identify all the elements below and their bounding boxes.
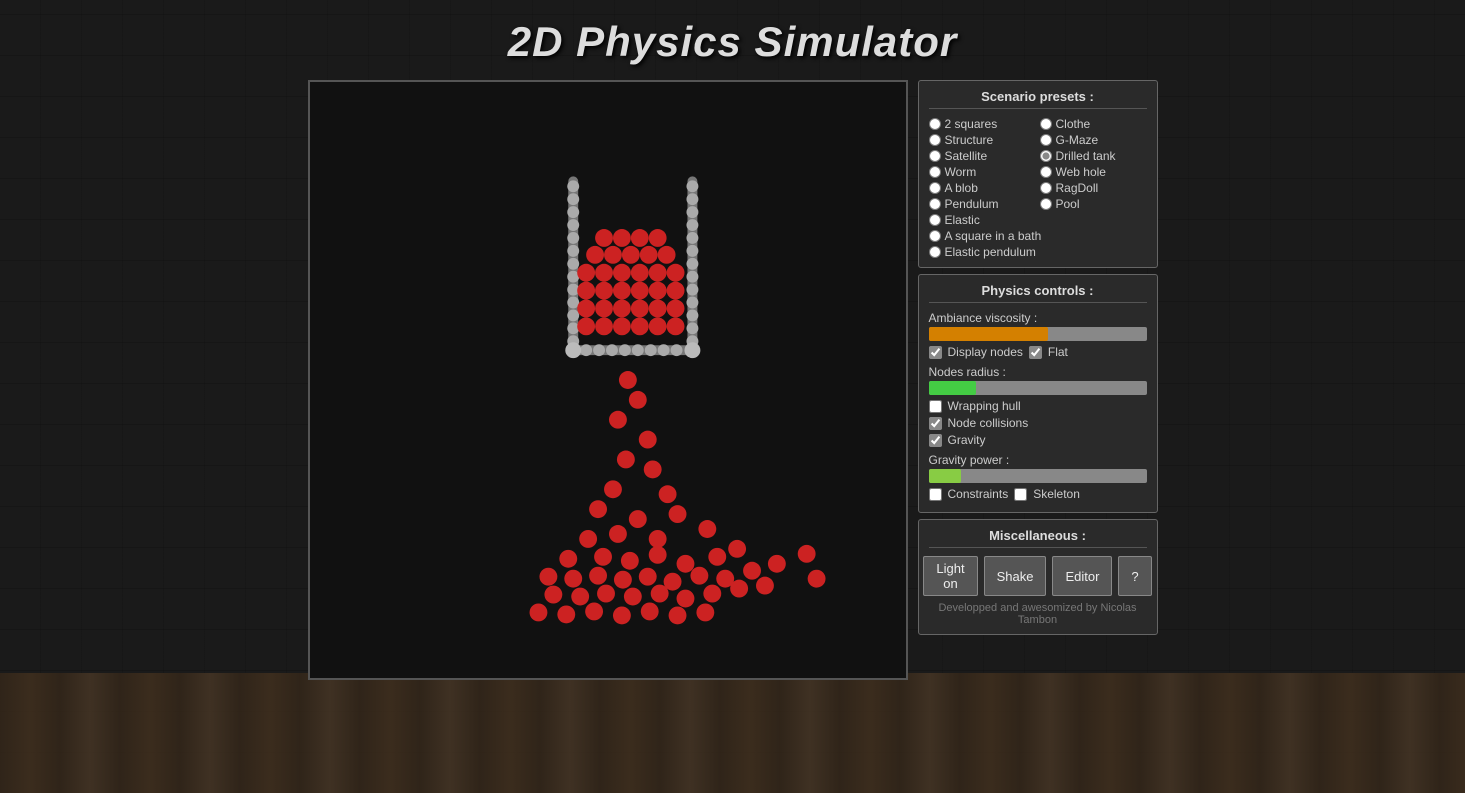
node-collisions-row: Node collisions [929,416,1147,430]
nodes-radius-slider[interactable] [929,381,1147,395]
scenario-pool[interactable]: Pool [1040,197,1147,211]
scenario-elasticpendulum[interactable]: Elastic pendulum [929,245,1147,259]
misc-section: Miscellaneous : Light on Shake Editor ? … [918,519,1158,635]
gravity-checkbox[interactable] [929,434,942,447]
gravity-label: Gravity [948,433,986,447]
scenario-ablob[interactable]: A blob [929,181,1036,195]
misc-buttons-row: Light on Shake Editor ? [929,556,1147,596]
viscosity-fill [929,327,1049,341]
gravity-row: Gravity [929,433,1147,447]
scenario-gmaze[interactable]: G-Maze [1040,133,1147,147]
simulation-canvas[interactable]: 241 nodes 0 constraint 32 fps [308,80,908,680]
scenario-presets-section: Scenario presets : 2 squares Clothe Stru… [918,80,1158,268]
skeleton-label: Skeleton [1033,487,1080,501]
misc-title: Miscellaneous : [929,528,1147,548]
scenario-squarebath[interactable]: A square in a bath [929,229,1147,243]
wrapping-hull-checkbox[interactable] [929,400,942,413]
right-wall [686,180,698,350]
flat-checkbox[interactable] [1029,346,1042,359]
gravity-power-label: Gravity power : [929,453,1147,467]
skeleton-checkbox[interactable] [1014,488,1027,501]
constraints-label: Constraints [948,487,1009,501]
scenario-ragdoll[interactable]: RagDoll [1040,181,1147,195]
scenario-clothe[interactable]: Clothe [1040,117,1147,131]
physics-controls-title: Physics controls : [929,283,1147,303]
display-nodes-row: Display nodes Flat [929,345,1147,359]
help-button[interactable]: ? [1118,556,1151,596]
scenario-satellite[interactable]: Satellite [929,149,1036,163]
flat-label: Flat [1048,345,1068,359]
scenario-elastic[interactable]: Elastic [929,213,1036,227]
nodes-radius-fill [929,381,977,395]
scenario-2squares[interactable]: 2 squares [929,117,1036,131]
page-title: 2D Physics Simulator [508,0,958,80]
viscosity-label: Ambiance viscosity : [929,311,1147,325]
scenario-pendulum[interactable]: Pendulum [929,197,1036,211]
wrapping-hull-label: Wrapping hull [948,399,1021,413]
scenario-radio-grid: 2 squares Clothe Structure G-Maze Satell… [929,117,1147,259]
scenario-drilledtank[interactable]: Drilled tank [1040,149,1147,163]
shake-button[interactable]: Shake [984,556,1047,596]
viscosity-slider[interactable] [929,327,1147,341]
display-nodes-checkbox[interactable] [929,346,942,359]
physics-controls-section: Physics controls : Ambiance viscosity : … [918,274,1158,513]
gravity-power-fill [929,469,962,483]
editor-button[interactable]: Editor [1052,556,1112,596]
constraints-skeleton-row: Constraints Skeleton [929,487,1147,501]
wrapping-hull-row: Wrapping hull [929,399,1147,413]
scenario-presets-title: Scenario presets : [929,89,1147,109]
nodes-radius-label: Nodes radius : [929,365,1147,379]
display-nodes-label: Display nodes [948,345,1023,359]
light-on-button[interactable]: Light on [923,556,977,596]
right-panel: Scenario presets : 2 squares Clothe Stru… [918,80,1158,680]
gravity-power-slider[interactable] [929,469,1147,483]
constraints-checkbox[interactable] [929,488,942,501]
physics-scene [310,82,906,678]
main-content: 241 nodes 0 constraint 32 fps [308,80,1158,680]
node-collisions-checkbox[interactable] [929,417,942,430]
scenario-structure[interactable]: Structure [929,133,1036,147]
scenario-worm[interactable]: Worm [929,165,1036,179]
credit-text: Developped and awesomized by Nicolas Tam… [929,602,1147,626]
scenario-webhole[interactable]: Web hole [1040,165,1147,179]
node-collisions-label: Node collisions [948,416,1029,430]
